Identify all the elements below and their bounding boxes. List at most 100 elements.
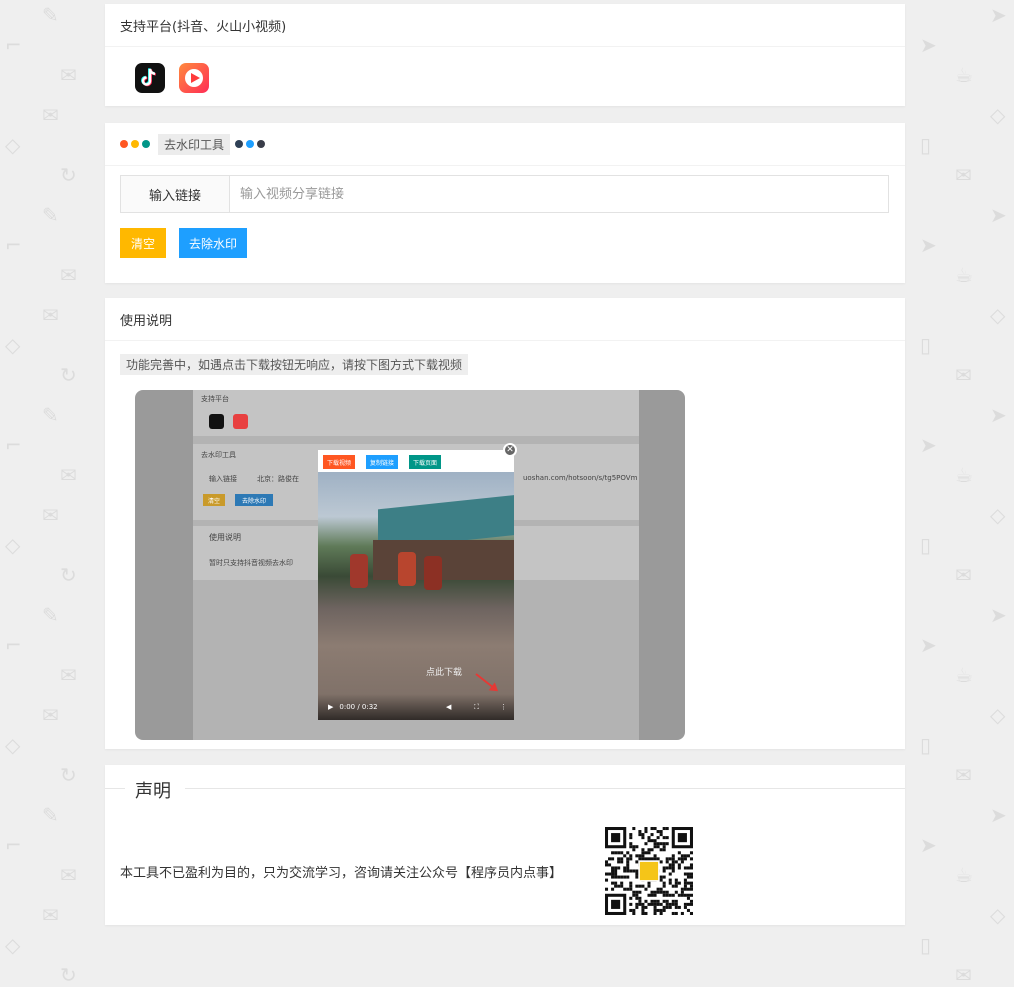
- demo-download-video-button: 下载视频: [323, 455, 356, 469]
- demo-video-time: 0:00 / 0:32: [339, 703, 378, 711]
- background-pattern-icon: ☕: [955, 863, 973, 887]
- background-pattern-icon: ✉: [955, 163, 972, 187]
- background-pattern-icon: ↻: [60, 963, 77, 987]
- volume-icon: ◀: [446, 703, 452, 711]
- background-pattern-icon: ✉: [42, 503, 59, 527]
- background-pattern-icon: ✎: [42, 3, 59, 27]
- background-pattern-icon: ☕: [955, 663, 973, 687]
- background-pattern-icon: ◇: [5, 933, 21, 957]
- background-pattern-icon: ▯: [920, 533, 932, 557]
- demo-usage-title: 使用说明: [209, 533, 241, 542]
- background-pattern-icon: ↻: [60, 763, 77, 787]
- decorative-dot: [120, 139, 128, 148]
- arrow-icon: [475, 673, 498, 691]
- background-pattern-icon: ▯: [920, 133, 932, 157]
- background-pattern-icon: ➤: [990, 603, 1007, 627]
- background-pattern-icon: ◇: [990, 703, 1006, 727]
- background-pattern-icon: ➤: [990, 203, 1007, 227]
- huoshan-icon[interactable]: [179, 63, 209, 93]
- demo-download-modal: 下载视频 复制链接 下载页面 点此下载 ▶ 0:00 / 0:32 ◀ ⛶ ⋮: [318, 450, 514, 720]
- demo-clear-button: 清空: [203, 494, 225, 506]
- background-pattern-icon: ➤: [990, 3, 1007, 27]
- background-pattern-icon: ✉: [60, 263, 77, 287]
- background-pattern-icon: ◇: [990, 303, 1006, 327]
- remove-watermark-button[interactable]: 去除水印: [179, 228, 247, 258]
- background-pattern-icon: ↻: [60, 163, 77, 187]
- background-pattern-icon: ➤: [920, 833, 937, 857]
- statement-legend: 声明: [135, 777, 171, 803]
- background-pattern-icon: ☕: [955, 463, 973, 487]
- background-pattern-icon: ◇: [5, 533, 21, 557]
- platform-card: 支持平台(抖音、火山小视频): [105, 4, 905, 106]
- decorative-dot: [235, 139, 244, 148]
- decorative-dot: [246, 139, 255, 148]
- demo-tool-title: 去水印工具: [201, 451, 236, 459]
- demo-tiktok-icon: [209, 414, 224, 429]
- background-pattern-icon: ➤: [990, 403, 1007, 427]
- platform-card-title: 支持平台(抖音、火山小视频): [105, 4, 905, 47]
- background-pattern-icon: ✉: [955, 963, 972, 987]
- demo-huoshan-icon: [233, 414, 248, 429]
- background-pattern-icon: ✎: [42, 603, 59, 627]
- play-icon: ▶: [328, 703, 334, 711]
- tiktok-icon[interactable]: [135, 63, 165, 93]
- decorative-dot: [142, 139, 150, 148]
- legend-divider: [185, 788, 905, 789]
- demo-copy-link-button: 复制链接: [366, 455, 399, 469]
- background-pattern-icon: ◇: [5, 133, 21, 157]
- demo-remove-button: 去除水印: [235, 494, 273, 506]
- decorative-dot: [257, 139, 266, 148]
- demo-download-hint: 点此下载: [426, 668, 463, 678]
- background-pattern-icon: ◇: [5, 733, 21, 757]
- qr-code-image: [605, 827, 693, 915]
- usage-card: 使用说明 功能完善中，如遇点击下载按钮无响应，请按下图方式下载视频 支持平台 去…: [105, 298, 905, 749]
- demo-usage-item: 暂时只支持抖音视频去水印: [209, 559, 293, 567]
- background-pattern-icon: ✎: [42, 203, 59, 227]
- demo-download-page-button: 下载页面: [409, 455, 442, 469]
- tool-card-header: 去水印工具: [105, 123, 905, 166]
- fullscreen-icon: ⛶: [474, 702, 479, 711]
- background-pattern-icon: ↻: [60, 363, 77, 387]
- background-pattern-icon: ✉: [60, 663, 77, 687]
- background-pattern-icon: ✉: [955, 563, 972, 587]
- background-pattern-icon: ➤: [920, 433, 937, 457]
- background-pattern-icon: ▯: [920, 333, 932, 357]
- background-pattern-icon: ➤: [990, 803, 1007, 827]
- background-pattern-icon: ☕: [955, 263, 973, 287]
- background-pattern-icon: ✉: [955, 763, 972, 787]
- link-input[interactable]: [230, 176, 888, 212]
- background-pattern-icon: ➤: [920, 633, 937, 657]
- background-pattern-icon: ✉: [60, 863, 77, 887]
- clear-button[interactable]: 清空: [120, 228, 166, 258]
- more-icon: ⋮: [500, 703, 507, 711]
- background-pattern-icon: ✉: [60, 463, 77, 487]
- background-pattern-icon: ✉: [42, 103, 59, 127]
- demo-input-label: 输入链接: [209, 475, 237, 483]
- demo-input-value-start: 北京：路俊在: [257, 475, 299, 483]
- background-pattern-icon: ✉: [42, 703, 59, 727]
- usage-card-title: 使用说明: [105, 298, 905, 341]
- background-pattern-icon: ⌐: [5, 833, 22, 857]
- demo-input-value-end: uoshan.com/hotsoon/s/tg5POVm: [523, 474, 638, 482]
- background-pattern-icon: ◇: [990, 103, 1006, 127]
- watermark-tool-card: 去水印工具 输入链接 清空 去除水印: [105, 123, 905, 283]
- background-pattern-icon: ⌐: [5, 433, 22, 457]
- statement-card: 声明 本工具不已盈利为目的，只为交流学习，咨询请关注公众号【程序员内点事】: [105, 765, 905, 925]
- background-pattern-icon: ▯: [920, 733, 932, 757]
- background-pattern-icon: ◇: [990, 503, 1006, 527]
- background-pattern-icon: ⌐: [5, 633, 22, 657]
- decorative-dot: [131, 139, 139, 148]
- background-pattern-icon: ⌐: [5, 233, 22, 257]
- background-pattern-icon: ✎: [42, 803, 59, 827]
- background-pattern-icon: ➤: [920, 233, 937, 257]
- demo-platform-card: 支持平台: [193, 390, 639, 436]
- demo-platform-title: 支持平台: [201, 395, 229, 403]
- background-pattern-icon: ☕: [955, 63, 973, 87]
- usage-demo-screenshot: 支持平台 去水印工具 输入链接 北京：路俊在 uoshan.com/hotsoo…: [135, 390, 685, 740]
- statement-text: 本工具不已盈利为目的，只为交流学习，咨询请关注公众号【程序员内点事】: [120, 866, 563, 881]
- background-pattern-icon: ➤: [920, 33, 937, 57]
- background-pattern-icon: ✉: [42, 903, 59, 927]
- decorative-dots-right: [235, 137, 268, 152]
- link-input-label: 输入链接: [121, 176, 230, 212]
- legend-divider-left: [105, 788, 125, 789]
